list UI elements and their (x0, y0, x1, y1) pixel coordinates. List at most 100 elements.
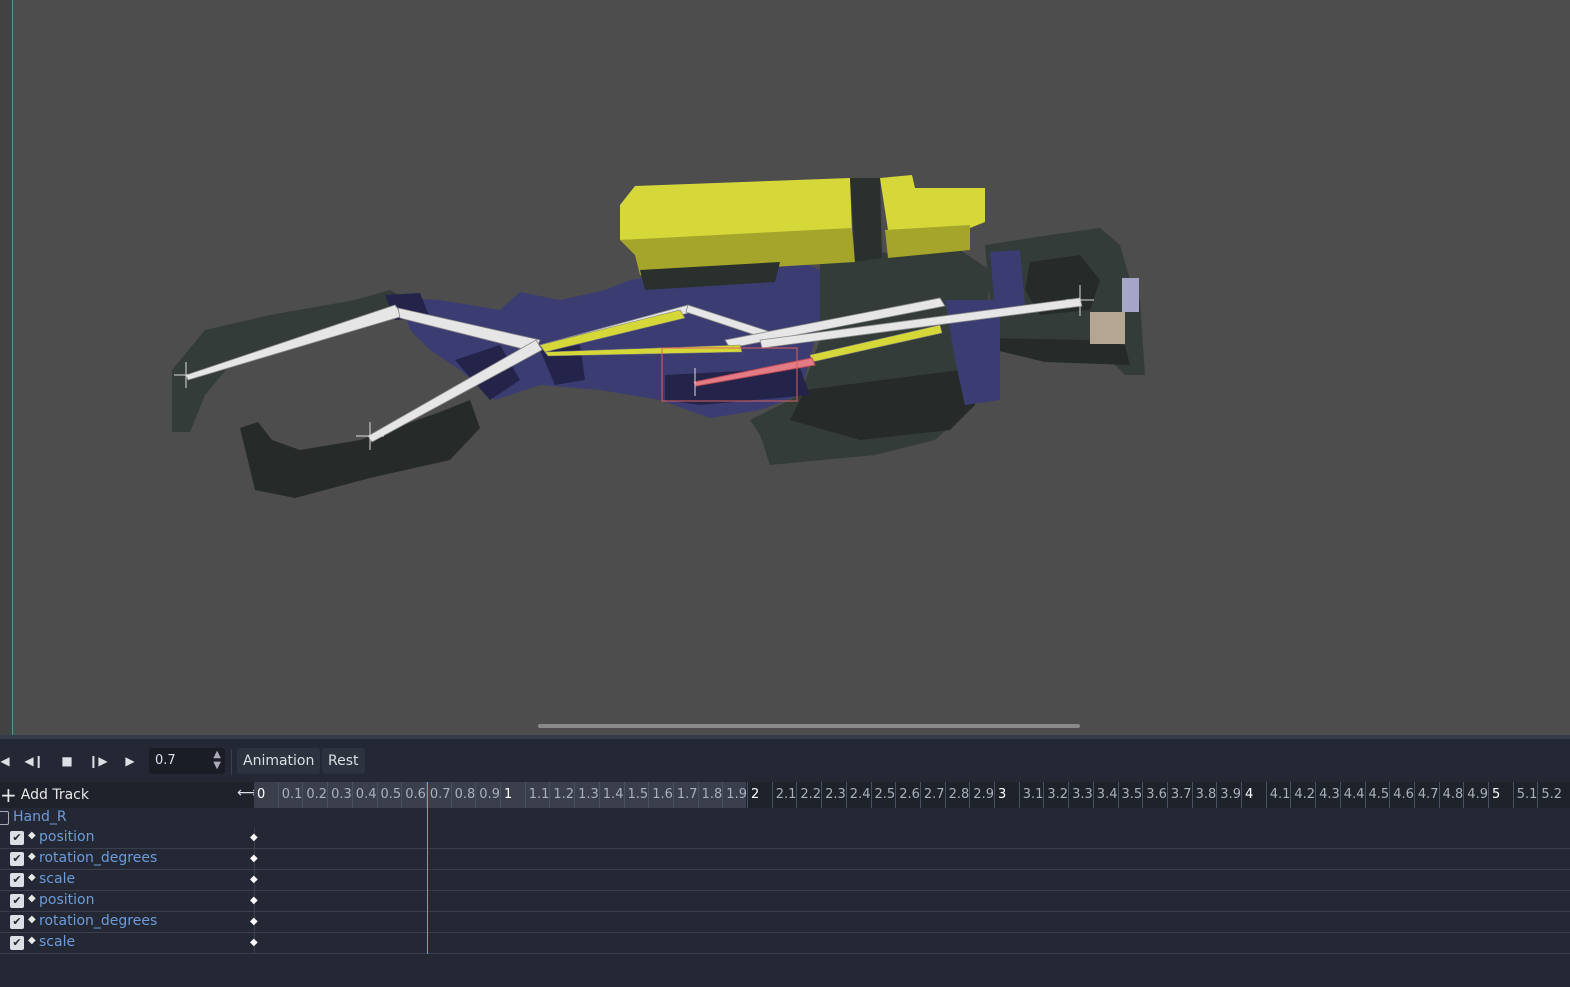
ruler-label: 5.1 (1516, 787, 1538, 802)
ruler-tick (821, 782, 823, 808)
play-button[interactable]: ▶ (119, 749, 141, 773)
keyframe-diamond-icon[interactable]: ◆ (250, 874, 258, 885)
ruler-label: 0.5 (380, 787, 402, 802)
ruler-label: 0.1 (281, 787, 303, 802)
track-group-row[interactable]: Hand_R (0, 808, 1570, 828)
track-type-icon: ◆ (28, 851, 36, 862)
ruler-tick (1290, 782, 1292, 808)
sprite-tan-block (1090, 312, 1125, 344)
ruler-label: 4.6 (1393, 787, 1414, 802)
spin-arrows-icon[interactable]: ▲ ▼ (213, 749, 221, 771)
track-enabled-checkbox[interactable]: ✔ (10, 936, 24, 950)
ruler-label: 4.7 (1417, 787, 1439, 802)
ruler-label: 4.3 (1319, 787, 1340, 802)
ruler-label: 4.9 (1467, 787, 1488, 802)
stop-button[interactable]: ■ (56, 749, 78, 773)
rest-button[interactable]: Rest (322, 748, 365, 774)
panel-divider[interactable] (0, 735, 1570, 739)
ruler-label: 1.2 (553, 787, 575, 802)
track-label[interactable]: position (39, 829, 94, 845)
ruler-label: 2.9 (973, 787, 994, 802)
playhead[interactable] (426, 782, 428, 954)
track-row[interactable]: ✔ ◆ position ◆ (0, 828, 1570, 849)
keyframe-diamond-icon[interactable]: ◆ (250, 916, 258, 927)
track-row[interactable]: ✔ ◆ rotation_degrees ◆ (0, 849, 1570, 870)
ruler-label: 1.4 (602, 787, 624, 802)
time-value[interactable]: 0.7 (155, 753, 176, 768)
track-enabled-checkbox[interactable]: ✔ (10, 831, 24, 845)
ruler-label: 4 (1245, 787, 1254, 802)
ruler-label: 5 (1492, 787, 1501, 802)
ruler-tick (870, 782, 872, 808)
ruler-label: 3.9 (1220, 787, 1241, 802)
ruler-tick (845, 782, 847, 808)
ruler-tick (672, 782, 674, 808)
track-label[interactable]: rotation_degrees (39, 913, 157, 929)
keyframe-diamond-icon[interactable]: ◆ (250, 853, 258, 864)
stop-icon: ■ (61, 754, 73, 768)
track-row[interactable]: ✔ ◆ position ◆ (0, 891, 1570, 912)
track-row[interactable]: ✔ ◆ rotation_degrees ◆ (0, 912, 1570, 933)
ruler-label: 3 (998, 787, 1007, 802)
ruler-label: 4.4 (1343, 787, 1365, 802)
time-spinbox[interactable]: 0.7 ▲ ▼ (149, 748, 225, 774)
ruler-tick (1092, 782, 1094, 808)
track-enabled-checkbox[interactable]: ✔ (10, 852, 24, 866)
ruler-label: 4.8 (1442, 787, 1464, 802)
add-track-label: Add Track (20, 787, 89, 803)
ruler-label: 2.2 (800, 787, 822, 802)
node-icon (0, 811, 9, 825)
keyframe-diamond-icon[interactable]: ◆ (250, 832, 258, 843)
ruler-label: 3.1 (1022, 787, 1044, 802)
animation-menu-button[interactable]: Animation (237, 748, 321, 774)
ruler-tick (1191, 782, 1193, 808)
track-enabled-checkbox[interactable]: ✔ (10, 894, 24, 908)
track-group-label: Hand_R (13, 809, 67, 825)
track-row[interactable]: ✔ ◆ scale ◆ (0, 870, 1570, 891)
ruler-label: 3.6 (1146, 787, 1167, 802)
track-label[interactable]: position (39, 892, 94, 908)
weapon-sprite-scene[interactable] (0, 0, 1570, 735)
ruler-tick (919, 782, 921, 808)
ruler-label: 1.1 (528, 787, 550, 802)
track-label[interactable]: scale (39, 934, 75, 950)
play-icon: ▶ (125, 754, 135, 768)
ruler-tick (1413, 782, 1415, 808)
sprite-lavender-block (1122, 278, 1139, 312)
track-label[interactable]: scale (39, 871, 75, 887)
ruler-tick (1166, 782, 1168, 808)
play-backwards-from-end-button[interactable]: ◀ (0, 749, 16, 773)
ruler-tick (549, 782, 551, 808)
ruler-tick (1512, 782, 1514, 808)
add-track-button[interactable]: + Add Track (0, 782, 89, 808)
ruler-label: 1.5 (627, 787, 649, 802)
track-enabled-checkbox[interactable]: ✔ (10, 873, 24, 887)
play-backwards-button[interactable]: ◀❙ (23, 749, 45, 773)
ruler-label: 0.2 (306, 787, 328, 802)
keyframe-diamond-icon[interactable]: ◆ (250, 895, 258, 906)
viewport-2d[interactable] (0, 0, 1570, 735)
track-row[interactable]: ✔ ◆ scale ◆ (0, 933, 1570, 954)
ruler-label: 2.4 (849, 787, 871, 802)
timeline-ruler[interactable]: 0 0.1 0.2 0.3 0.4 0.5 0.6 0.7 0.8 0.9 1 1.1 1.2 1.3 1.… (254, 782, 1570, 808)
ruler-tick (1389, 782, 1391, 808)
ruler-tick (1488, 782, 1489, 808)
keyframe-diamond-icon[interactable]: ◆ (250, 937, 258, 948)
track-enabled-checkbox[interactable]: ✔ (10, 915, 24, 929)
ruler-label: 1.6 (652, 787, 673, 802)
ruler-tick (450, 782, 452, 808)
ruler-tick (574, 782, 576, 808)
ruler-label: 3.5 (1121, 787, 1143, 802)
ruler-tick (1265, 782, 1267, 808)
ruler-label: 0.6 (405, 787, 426, 802)
ruler-tick (994, 782, 995, 808)
ruler-tick (1043, 782, 1045, 808)
track-label[interactable]: rotation_degrees (39, 850, 157, 866)
ruler-tick (1241, 782, 1242, 808)
ruler-label: 0 (257, 787, 266, 802)
track-type-icon: ◆ (28, 914, 36, 925)
horizontal-scrollbar[interactable] (538, 724, 1080, 728)
ruler-label: 2.1 (775, 787, 797, 802)
play-from-start-button[interactable]: ❙▶ (87, 749, 109, 773)
ruler-label: 2.8 (948, 787, 970, 802)
